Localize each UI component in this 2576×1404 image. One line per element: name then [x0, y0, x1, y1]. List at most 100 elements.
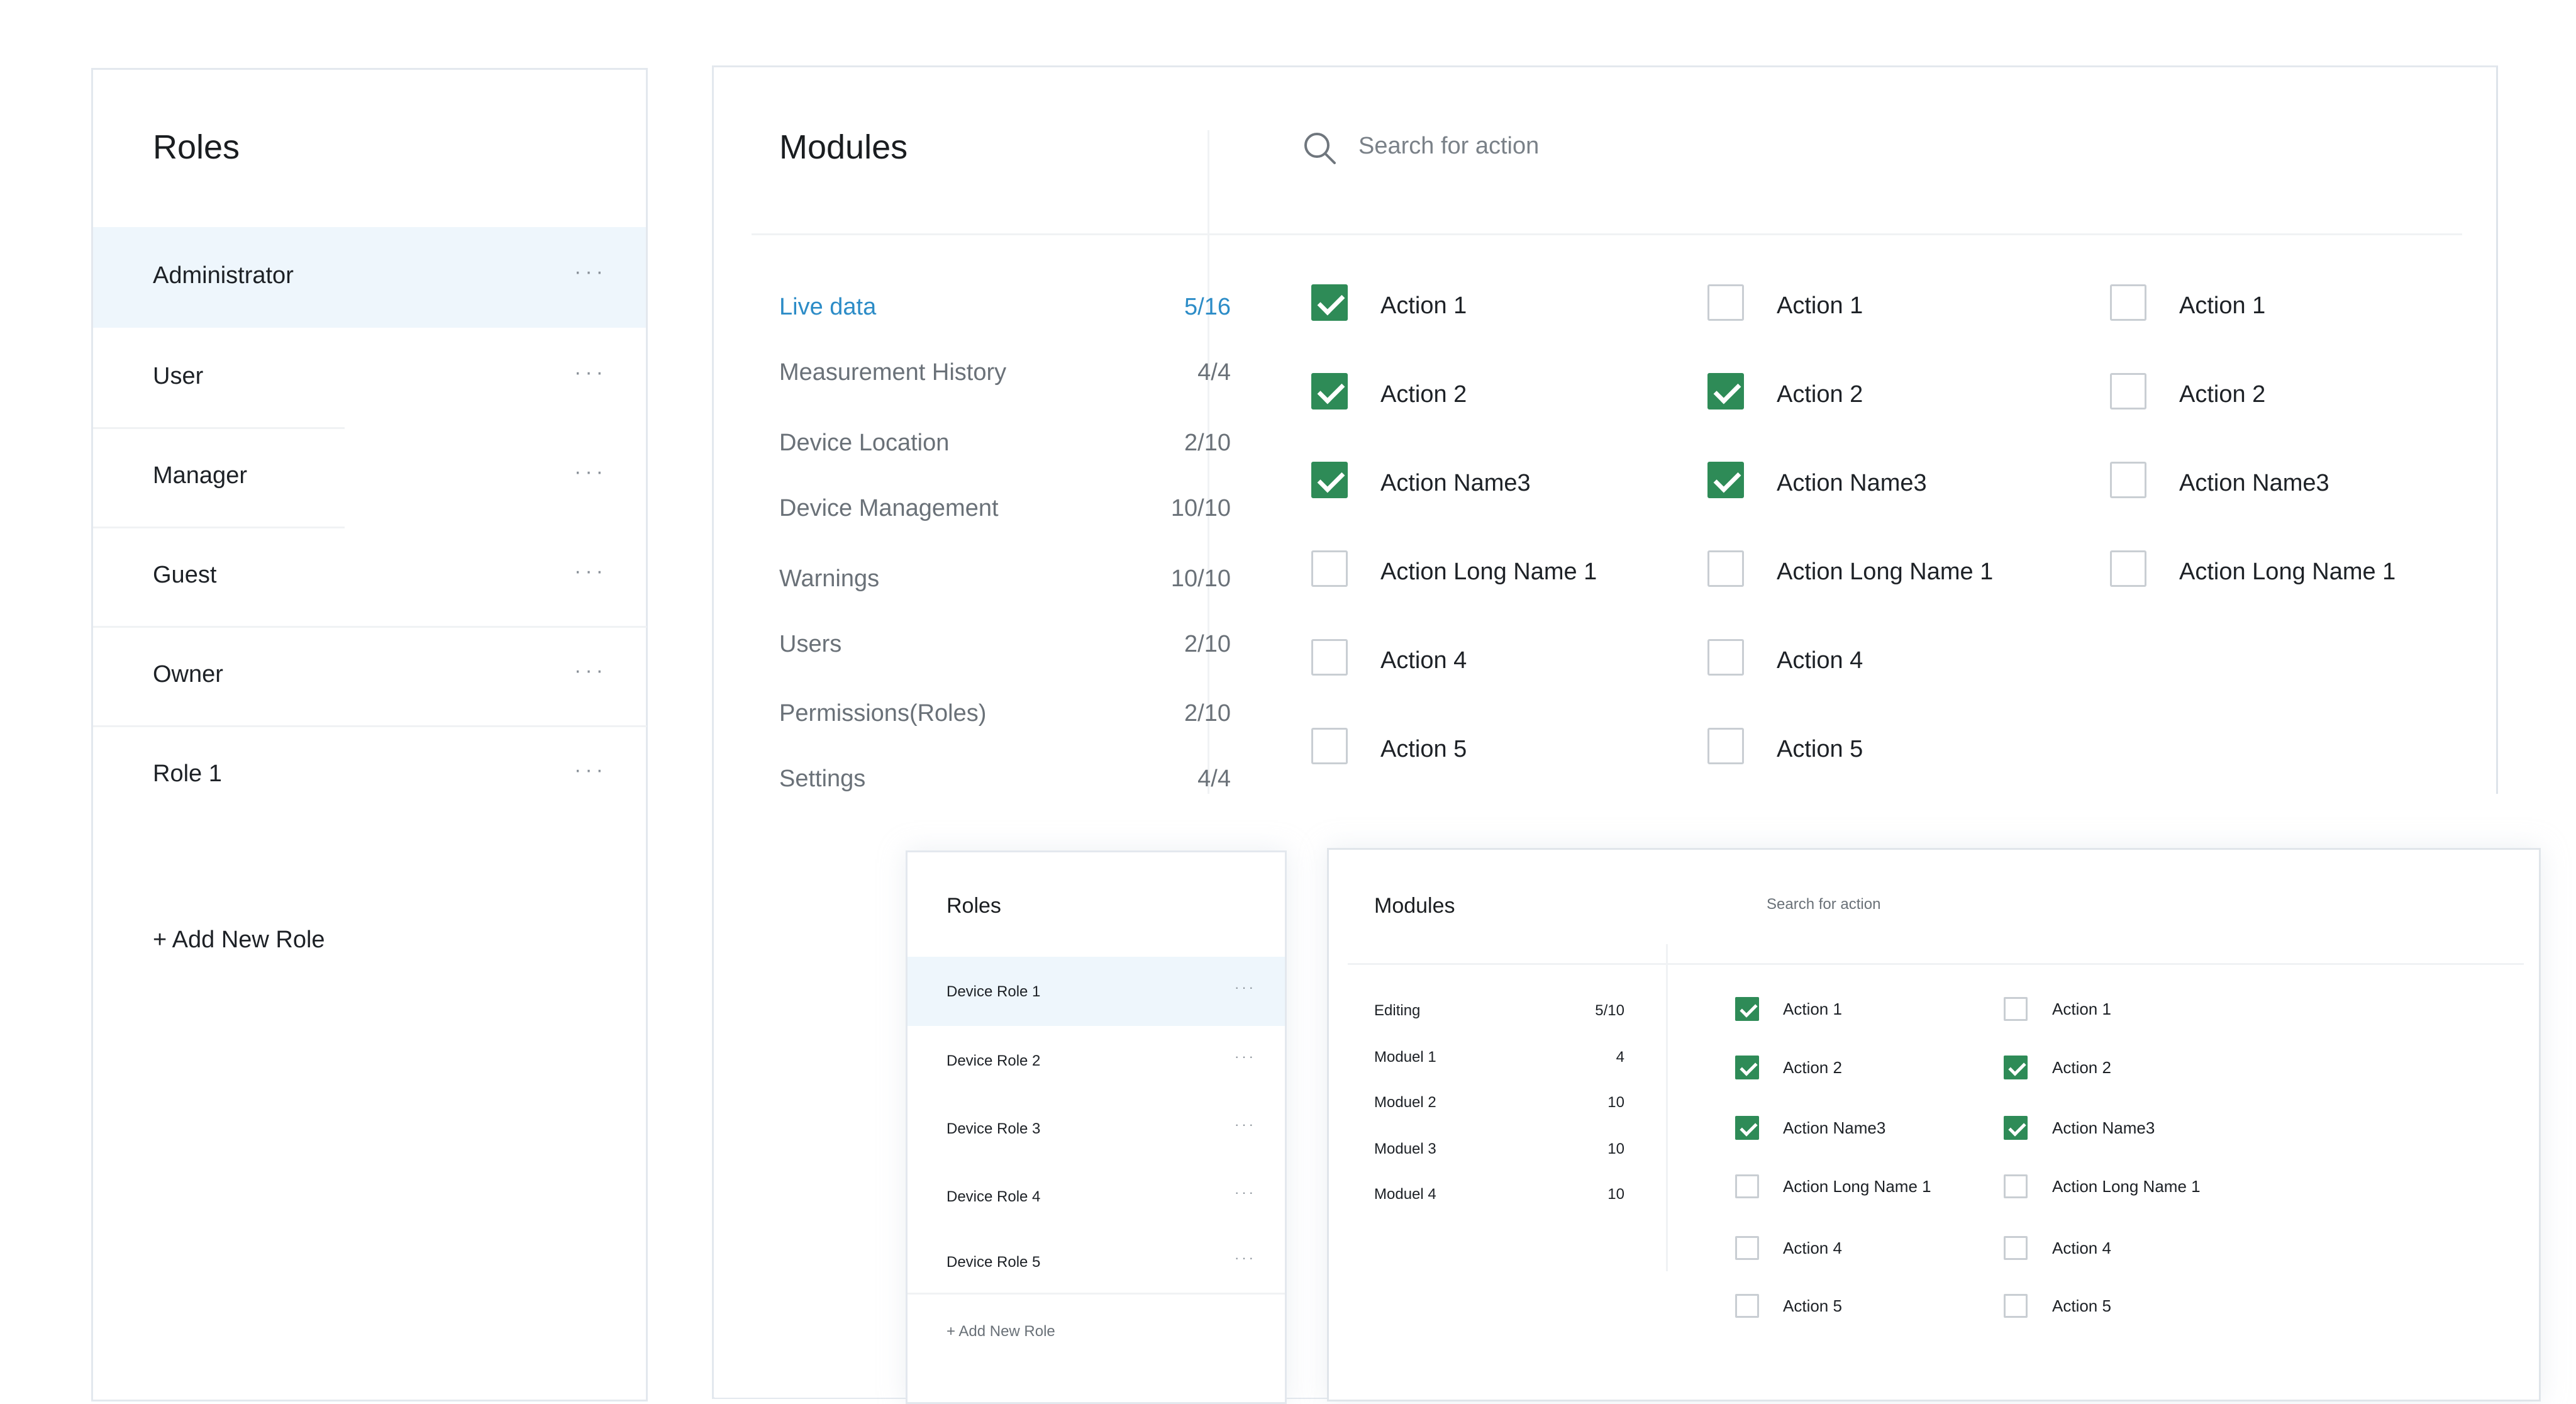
- action-label: Action 4: [2052, 1239, 2111, 1257]
- action-checkbox[interactable]: [2004, 1056, 2028, 1079]
- action-checkbox[interactable]: [1735, 1056, 1759, 1079]
- action-checkbox[interactable]: [2004, 1236, 2028, 1260]
- action-label: Action 5: [1380, 736, 1467, 762]
- overlay-search-input[interactable]: Search for action: [1767, 896, 1880, 913]
- column-divider: [1666, 944, 1668, 1271]
- module-name: Device Management: [779, 495, 999, 521]
- more-icon[interactable]: ···: [574, 659, 607, 683]
- overlay-add-new-role-button[interactable]: + Add New Role: [947, 1323, 1055, 1340]
- action-checkbox[interactable]: [1735, 1174, 1759, 1198]
- action-label: Action Long Name 1: [2179, 559, 2396, 585]
- overlay-role-item-device-role-4[interactable]: Device Role 4 ···: [908, 1162, 1285, 1230]
- more-icon[interactable]: ···: [574, 758, 607, 783]
- action-checkbox[interactable]: [1735, 1116, 1759, 1140]
- module-name: Moduel 2: [1374, 1094, 1436, 1111]
- action-label: Action 2: [1783, 1058, 1842, 1077]
- action-checkbox[interactable]: [1707, 728, 1744, 764]
- action-checkbox[interactable]: [1707, 284, 1744, 321]
- action-checkbox[interactable]: [2110, 373, 2146, 410]
- action-checkbox[interactable]: [2110, 550, 2146, 587]
- role-item-user[interactable]: User ···: [93, 328, 646, 427]
- search-icon: [1304, 133, 1336, 164]
- more-icon[interactable]: ···: [1235, 1250, 1256, 1266]
- module-name: Live data: [779, 294, 877, 320]
- action-label: Action 5: [1783, 1296, 1842, 1315]
- overlay-modules-panel: Modules Search for action Editing 5/10 M…: [1327, 848, 2541, 1401]
- module-name: Moduel 1: [1374, 1049, 1436, 1066]
- action-label: Action Name3: [2052, 1118, 2155, 1137]
- role-label: Device Role 5: [947, 1254, 1041, 1271]
- module-count: 10/10: [1170, 566, 1231, 592]
- action-label: Action Long Name 1: [1380, 559, 1597, 585]
- role-item-manager[interactable]: Manager ···: [93, 427, 646, 526]
- action-checkbox[interactable]: [1735, 1294, 1759, 1318]
- module-count: 4/4: [1197, 359, 1231, 386]
- action-checkbox[interactable]: [2004, 997, 2028, 1021]
- action-label: Action Name3: [1783, 1118, 1886, 1137]
- role-label: Device Role 3: [947, 1120, 1041, 1137]
- more-icon[interactable]: ···: [1235, 979, 1256, 996]
- role-label: Manager: [153, 462, 247, 489]
- overlay-role-item-device-role-2[interactable]: Device Role 2 ···: [908, 1026, 1285, 1094]
- divider: [908, 1293, 1285, 1295]
- module-count: 4: [1616, 1049, 1624, 1066]
- overlay-roles-title: Roles: [947, 894, 1001, 918]
- role-item-owner[interactable]: Owner ···: [93, 626, 646, 725]
- action-checkbox[interactable]: [1311, 550, 1348, 587]
- action-checkbox[interactable]: [2110, 462, 2146, 498]
- module-count: 10: [1607, 1094, 1624, 1111]
- overlay-modules-title: Modules: [1374, 894, 1455, 918]
- action-checkbox[interactable]: [1311, 462, 1348, 498]
- action-checkbox[interactable]: [1707, 373, 1744, 410]
- role-label: Device Role 4: [947, 1188, 1041, 1205]
- action-checkbox[interactable]: [1311, 373, 1348, 410]
- action-checkbox[interactable]: [2004, 1116, 2028, 1140]
- more-icon[interactable]: ···: [1235, 1117, 1256, 1133]
- roles-title: Roles: [153, 128, 240, 166]
- action-checkbox[interactable]: [1707, 462, 1744, 498]
- role-item-role-1[interactable]: Role 1 ···: [93, 725, 646, 825]
- action-checkbox[interactable]: [2004, 1174, 2028, 1198]
- action-label: Action 5: [1777, 736, 1863, 762]
- action-checkbox[interactable]: [1311, 284, 1348, 321]
- role-label: Device Role 2: [947, 1052, 1041, 1069]
- action-label: Action 4: [1783, 1239, 1842, 1257]
- action-label: Action 1: [1777, 292, 1863, 319]
- role-label: User: [153, 363, 204, 389]
- action-checkbox[interactable]: [2110, 284, 2146, 321]
- more-icon[interactable]: ···: [1235, 1184, 1256, 1201]
- overlay-role-item-device-role-3[interactable]: Device Role 3 ···: [908, 1094, 1285, 1162]
- search-input[interactable]: Search for action: [1358, 133, 1539, 160]
- more-icon[interactable]: ···: [574, 460, 607, 484]
- action-checkbox[interactable]: [1735, 997, 1759, 1021]
- more-icon[interactable]: ···: [574, 360, 607, 385]
- header-divider: [1348, 963, 2524, 965]
- role-item-guest[interactable]: Guest ···: [93, 526, 646, 626]
- more-icon[interactable]: ···: [1235, 1049, 1256, 1065]
- action-checkbox[interactable]: [1311, 728, 1348, 764]
- module-name: Settings: [779, 766, 866, 792]
- action-checkbox[interactable]: [1707, 639, 1744, 676]
- role-label: Administrator: [153, 262, 294, 289]
- action-checkbox[interactable]: [2004, 1294, 2028, 1318]
- module-count: 10: [1607, 1186, 1624, 1203]
- add-new-role-button[interactable]: + Add New Role: [153, 927, 325, 954]
- action-checkbox[interactable]: [1311, 639, 1348, 676]
- module-name: Measurement History: [779, 359, 1007, 386]
- action-checkbox[interactable]: [1707, 550, 1744, 587]
- more-icon[interactable]: ···: [574, 559, 607, 584]
- module-name: Users: [779, 631, 842, 657]
- modules-title: Modules: [779, 128, 908, 166]
- role-item-administrator[interactable]: Administrator ···: [93, 227, 646, 328]
- role-label: Owner: [153, 661, 223, 688]
- action-checkbox[interactable]: [1735, 1236, 1759, 1260]
- action-label: Action Name3: [2179, 470, 2329, 496]
- action-label: Action 1: [2179, 292, 2266, 319]
- module-count: 5/16: [1184, 294, 1231, 320]
- action-label: Action Long Name 1: [1777, 559, 1994, 585]
- overlay-role-item-device-role-1[interactable]: Device Role 1 ···: [908, 957, 1285, 1026]
- overlay-role-item-device-role-5[interactable]: Device Role 5 ···: [908, 1230, 1285, 1293]
- action-label: Action 2: [2052, 1058, 2111, 1077]
- action-label: Action 1: [2052, 1000, 2111, 1018]
- more-icon[interactable]: ···: [574, 260, 607, 284]
